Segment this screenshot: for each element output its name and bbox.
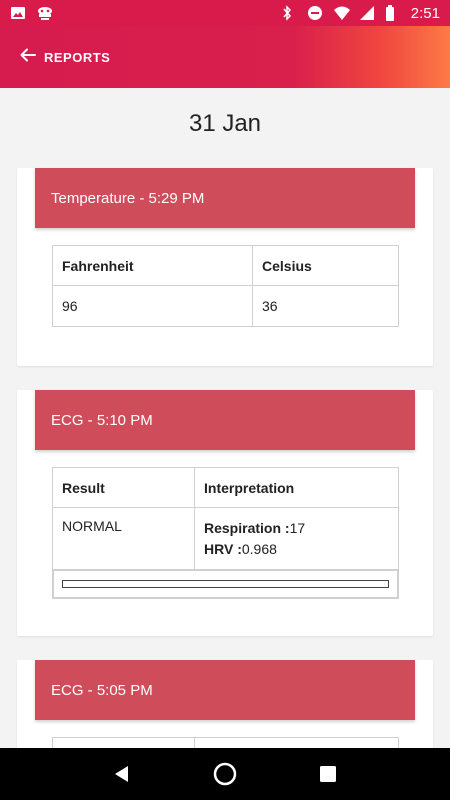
do-not-disturb-icon <box>307 5 323 21</box>
column-header: Interpretation <box>194 467 399 508</box>
report-card-ecg[interactable]: ECG - 5:05 PM <box>17 660 433 748</box>
notification-icon <box>36 5 52 21</box>
app-bar: REPORTS <box>0 26 450 88</box>
ecg-table <box>52 737 399 748</box>
ecg-waveform-image <box>62 580 389 588</box>
ecg-strip-cell <box>52 569 399 599</box>
image-icon <box>10 5 26 21</box>
triangle-back-icon <box>114 766 128 782</box>
table-row: NORMAL Respiration :17 HRV :0.968 <box>52 507 399 570</box>
status-left-icons <box>10 5 52 21</box>
bluetooth-icon <box>281 5 297 21</box>
ecg-table: Result Interpretation NORMAL Respiration… <box>52 467 399 599</box>
table-cell: 36 <box>252 285 399 327</box>
table-cell: 96 <box>52 285 253 327</box>
signal-icon <box>359 5 375 21</box>
reports-sheet: 31 Jan Temperature - 5:29 PM Fahrenheit … <box>0 88 450 748</box>
circle-home-icon <box>213 762 237 786</box>
table-header-row: Fahrenheit Celsius <box>52 245 399 286</box>
wifi-icon <box>333 5 350 21</box>
ecg-result: NORMAL <box>52 507 195 570</box>
hrv-label: HRV : <box>204 541 242 557</box>
report-card-header: ECG - 5:10 PM <box>35 390 415 450</box>
report-card-ecg[interactable]: ECG - 5:10 PM Result Interpretation NORM… <box>17 390 433 636</box>
table-row: 96 36 <box>52 285 399 327</box>
back-label: REPORTS <box>44 49 111 65</box>
nav-home-button[interactable] <box>213 762 237 786</box>
hrv-value: 0.968 <box>241 541 277 557</box>
arrow-left-icon <box>20 48 36 67</box>
column-header: Result <box>52 467 195 508</box>
column-header: Celsius <box>252 245 399 286</box>
back-button[interactable]: REPORTS <box>20 48 110 67</box>
hrv-line: HRV :0.968 <box>204 539 389 560</box>
table-header-row <box>52 737 399 748</box>
temperature-table: Fahrenheit Celsius 96 36 <box>52 245 399 327</box>
status-bar: 2:51 <box>0 0 450 26</box>
table-cell <box>52 737 195 748</box>
column-header: Fahrenheit <box>52 245 253 286</box>
report-card-temperature[interactable]: Temperature - 5:29 PM Fahrenheit Celsius… <box>17 168 433 366</box>
page-title: 31 Jan <box>188 110 262 137</box>
table-header-row: Result Interpretation <box>52 467 399 508</box>
battery-icon <box>385 5 401 21</box>
ecg-strip-row <box>52 569 399 599</box>
table-cell <box>194 737 399 748</box>
report-card-header: ECG - 5:05 PM <box>35 660 415 720</box>
report-card-header: Temperature - 5:29 PM <box>35 168 415 228</box>
respiration-value: 17 <box>289 520 306 536</box>
navigation-bar <box>0 748 450 800</box>
nav-recents-button[interactable] <box>316 762 340 786</box>
respiration-label: Respiration : <box>204 520 290 536</box>
status-right-icons: 2:51 <box>281 5 440 22</box>
nav-back-button[interactable] <box>110 762 134 786</box>
respiration-line: Respiration :17 <box>204 518 389 539</box>
status-time: 2:51 <box>410 4 440 22</box>
square-recents-icon <box>320 766 337 782</box>
ecg-interpretation: Respiration :17 HRV :0.968 <box>194 507 399 570</box>
reports-content[interactable]: 31 Jan Temperature - 5:29 PM Fahrenheit … <box>0 88 450 748</box>
ecg-strip[interactable] <box>53 570 398 598</box>
